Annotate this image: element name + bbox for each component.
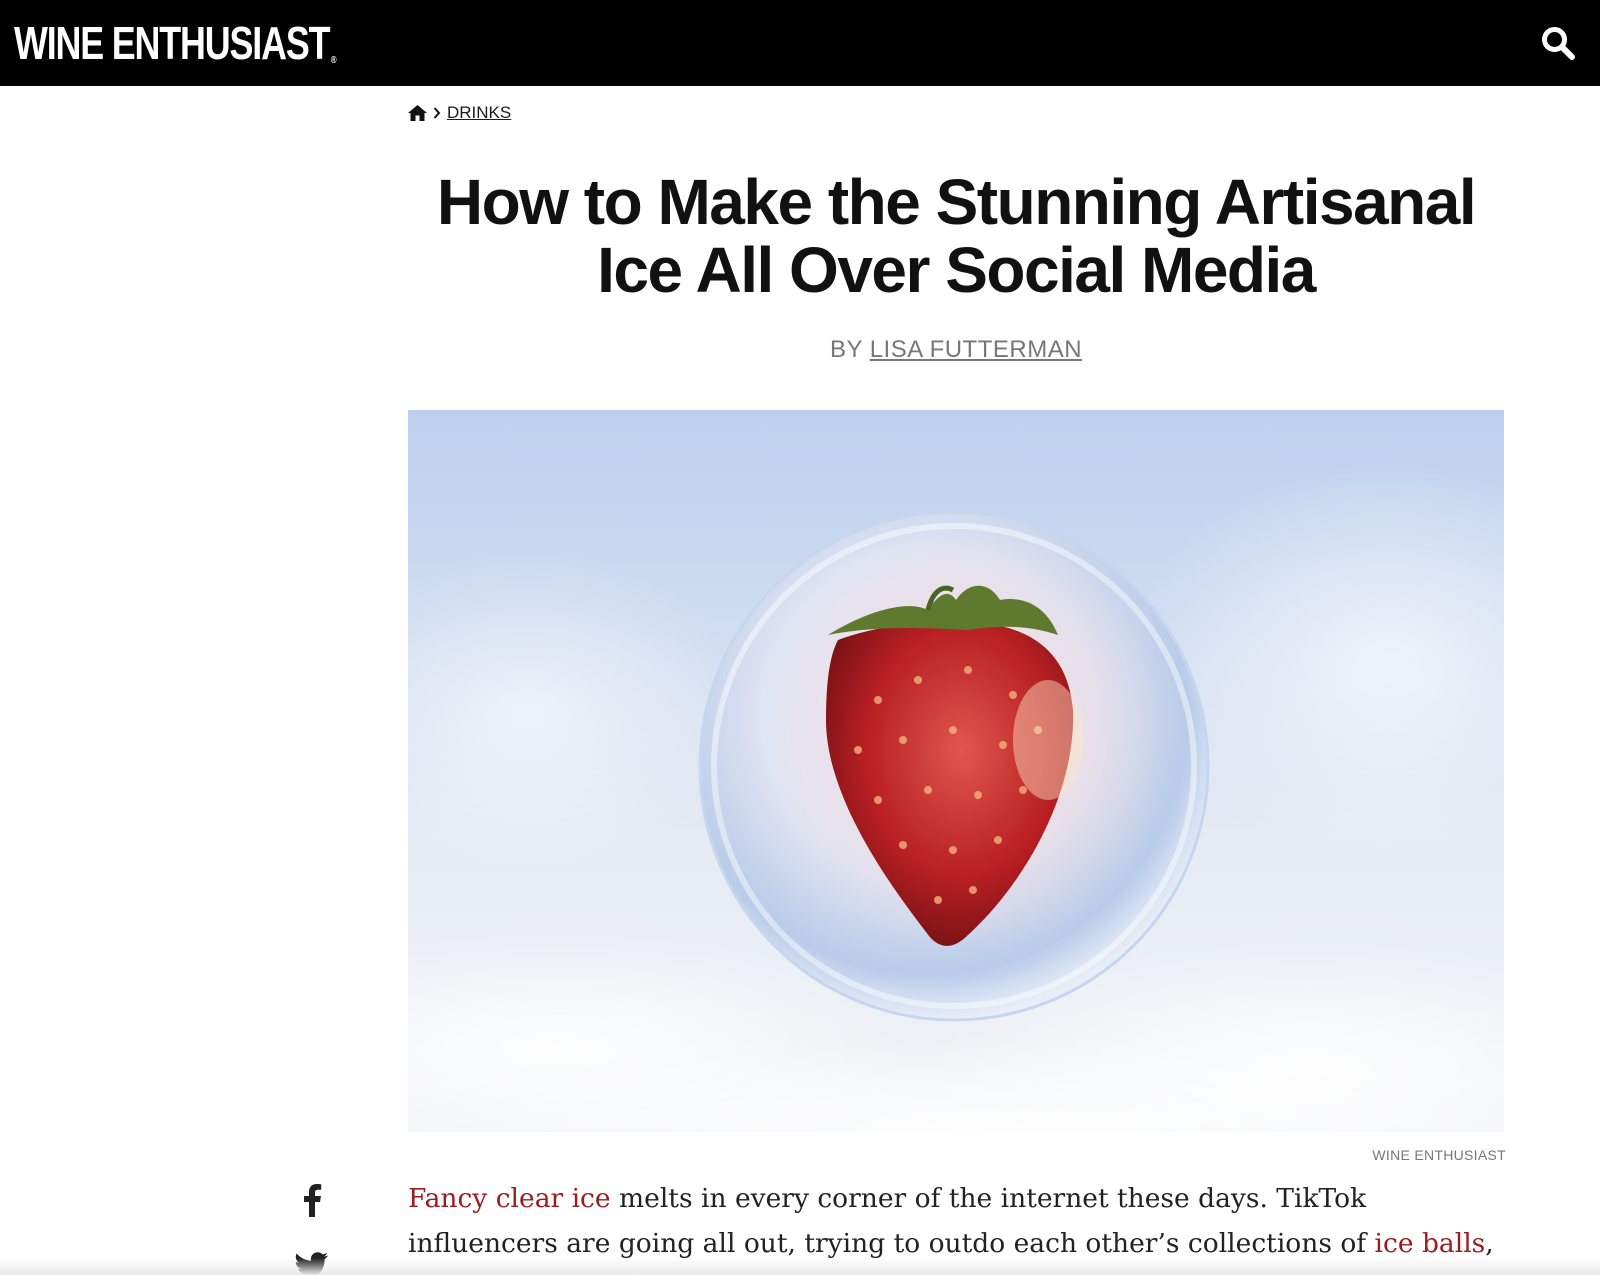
- search-icon: [1542, 27, 1575, 60]
- inline-link[interactable]: ice balls: [1375, 1228, 1486, 1259]
- image-credit: WINE ENTHUSIAST: [1372, 1147, 1506, 1163]
- author-link[interactable]: LISA FUTTERMAN: [870, 336, 1082, 363]
- inline-link[interactable]: Fancy clear ice: [408, 1183, 611, 1214]
- logo-text: WINE ENTHUSIAST: [14, 17, 331, 69]
- facebook-icon: [304, 1184, 322, 1217]
- hero-image: [408, 410, 1504, 1132]
- logo-trademark: ®: [330, 55, 337, 66]
- article-title: How to Make the Stunning Artisanal Ice A…: [436, 166, 1477, 306]
- site-logo[interactable]: WINE ENTHUSIAST ®: [14, 17, 337, 69]
- breadcrumb-category-link[interactable]: DRINKS: [447, 103, 511, 123]
- body-text: ,: [1485, 1228, 1494, 1259]
- strawberry-ice-sphere-illustration: [408, 460, 1504, 1132]
- byline: BY LISA FUTTERMAN: [408, 336, 1504, 364]
- chevron-right-icon: [433, 107, 441, 119]
- breadcrumb: DRINKS: [408, 103, 511, 123]
- search-button[interactable]: [1538, 23, 1578, 63]
- facebook-share-button[interactable]: [292, 1180, 332, 1220]
- scroll-edge-shadow: [0, 1258, 1600, 1275]
- home-icon[interactable]: [408, 105, 427, 121]
- byline-prefix: BY: [829, 336, 870, 363]
- site-header: WINE ENTHUSIAST ®: [0, 0, 1600, 86]
